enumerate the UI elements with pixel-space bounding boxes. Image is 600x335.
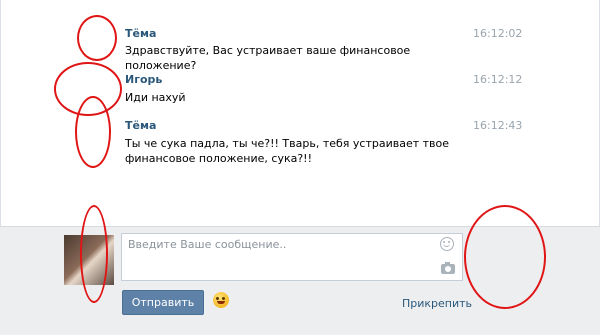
redaction-circle [75, 96, 111, 168]
send-button[interactable]: Отправить [122, 290, 204, 315]
message-timestamp: 16:12:12 [473, 73, 523, 86]
redaction-circle [464, 205, 546, 309]
message-timestamp: 16:12:02 [473, 27, 523, 40]
message-input[interactable] [126, 237, 430, 252]
message-text: Ты че сука падла, ты че?!! Тварь, тебя у… [125, 137, 450, 150]
message-author[interactable]: Игорь [125, 73, 162, 86]
emoji-icon[interactable] [213, 292, 229, 308]
message-text: Иди нахуй [125, 91, 186, 104]
camera-icon[interactable] [441, 262, 455, 274]
redaction-circle [77, 15, 117, 61]
message-text: Здравствуйте, Вас устраивает ваше финанс… [125, 44, 411, 72]
message-timestamp: 16:12:43 [473, 119, 523, 132]
message-author[interactable]: Тёма [125, 119, 156, 132]
message-text: финансовое положение, сука?!! [125, 152, 312, 165]
attach-link[interactable]: Прикрепить [402, 297, 472, 310]
message-author[interactable]: Тёма [125, 27, 156, 40]
smile-icon[interactable] [440, 237, 454, 251]
message-input-box[interactable] [121, 233, 463, 281]
redaction-circle [80, 205, 108, 303]
